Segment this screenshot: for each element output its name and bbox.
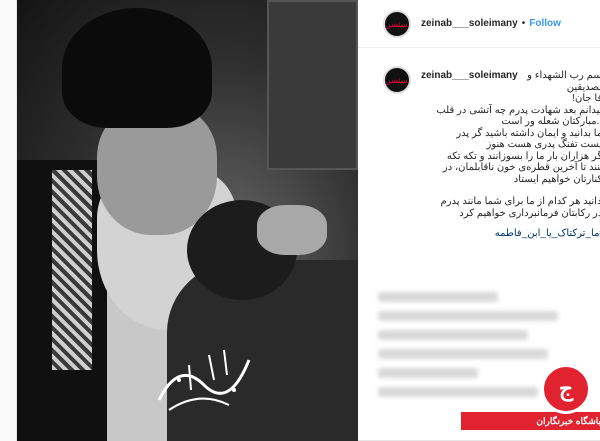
- blurred-line: [378, 292, 498, 302]
- background-frame: [267, 0, 358, 170]
- checkered-scarf: [52, 170, 92, 370]
- caption: سنسر zeinab___soleimany بسم رب الشهداء و…: [358, 48, 600, 239]
- avatar-logo-text: سنسر: [386, 18, 408, 29]
- caption-line: الصدیقین: [566, 81, 600, 93]
- post-header: سنسر zeinab___soleimany • Follow: [358, 0, 600, 48]
- caption-gap: [421, 185, 600, 196]
- calligraphy-glyph: [157, 349, 251, 411]
- blurred-line: [378, 330, 528, 340]
- blurred-line: [378, 349, 548, 359]
- follow-button[interactable]: Follow: [529, 18, 561, 29]
- hand: [257, 205, 327, 255]
- caption-body: zeinab___soleimany بسم رب الشهداء و الصد…: [421, 70, 600, 239]
- avatar-logo-text: سنسر: [386, 75, 408, 85]
- caption-line: نیست تفنگ پدری هست هنوز: [486, 139, 600, 150]
- avatar[interactable]: سنسر: [383, 9, 411, 38]
- watermark-badge: باشگاه خبرنگاران ج: [451, 364, 600, 436]
- instagram-post: سنسر zeinab___soleimany • Follow سنسر ze…: [16, 0, 600, 441]
- watermark-label: باشگاه خبرنگاران: [461, 412, 600, 430]
- caption-line: اما بدانید و ایمان داشته باشید گر پدر: [456, 127, 600, 139]
- caption-line: ...مبارکتان شعله ور است: [501, 116, 600, 127]
- header-username[interactable]: zeinab___soleimany: [421, 18, 518, 29]
- caption-line: .کنارتان خواهیم ایستاد: [513, 173, 600, 185]
- caption-line: اگر هزاران بار ما را بسوزانند و تکه تکه: [446, 150, 600, 162]
- caption-line: میدانم بعد شهادت پدرم چه آتشی در قلب: [436, 104, 600, 116]
- post-photo[interactable]: [17, 0, 358, 441]
- caption-line: بسم رب الشهداء و: [527, 70, 600, 81]
- caption-head: zeinab___soleimany بسم رب الشهداء و: [421, 70, 600, 82]
- watermark-logo-icon: ج: [541, 364, 591, 414]
- hashtag-link[interactable]: #ما_ترکتاک_یا_ابن_فاطمه: [421, 228, 600, 239]
- caption-line: آقا جان!: [572, 93, 600, 104]
- post-side-panel: سنسر zeinab___soleimany • Follow سنسر ze…: [358, 0, 600, 440]
- caption-line: بدانید هر کدام از ما برای شما مانند پدرم: [440, 196, 600, 207]
- caption-avatar[interactable]: سنسر: [383, 66, 411, 94]
- turban: [62, 8, 212, 128]
- blurred-line: [378, 311, 558, 321]
- calligraphy-logo: [149, 340, 259, 420]
- separator-dot: •: [521, 18, 526, 29]
- caption-line: کنند تا آخرین قطره‌ی خون ناقابلمان، در: [442, 162, 600, 173]
- caption-line: .در رکابتان فرمانبرداری خواهیم کرد: [459, 207, 600, 219]
- caption-username[interactable]: zeinab___soleimany: [421, 70, 518, 82]
